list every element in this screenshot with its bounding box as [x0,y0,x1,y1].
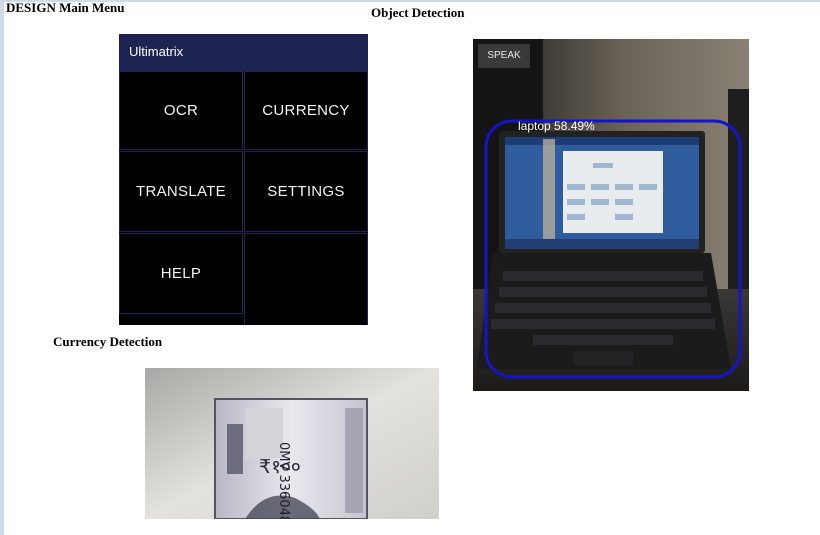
camera-feed-illustration [473,39,749,391]
app-bar: Ultimatrix [119,34,368,71]
speak-button[interactable]: SPEAK [478,44,530,68]
main-menu-screenshot: Ultimatrix OCR CURRENCY TRANSLATE SETTIN… [119,34,368,325]
menu-grid: OCR CURRENCY TRANSLATE SETTINGS HELP [119,71,368,325]
empty-tile [244,233,368,325]
page-left-border [0,0,4,535]
detection-label: laptop 58.49% [518,119,595,133]
object-detection-screenshot: SPEAK laptop 58.49% [473,39,749,391]
settings-button[interactable]: SETTINGS [244,151,368,232]
object-detection-heading: Object Detection [371,5,465,20]
currency-detection-heading: Currency Detection [53,334,163,349]
design-main-menu-heading: DESIGN Main Menu [6,0,125,15]
banknote-serial-number: 0MV 336048 [276,442,291,519]
app-title: Ultimatrix [129,44,184,59]
banknote-illustration [145,368,439,519]
translate-button[interactable]: TRANSLATE [119,151,243,232]
currency-detection-photo: ₹१०० 0MV 336048 [145,368,439,519]
ocr-button[interactable]: OCR [119,71,243,150]
help-button[interactable]: HELP [119,233,243,314]
currency-button[interactable]: CURRENCY [244,71,368,150]
